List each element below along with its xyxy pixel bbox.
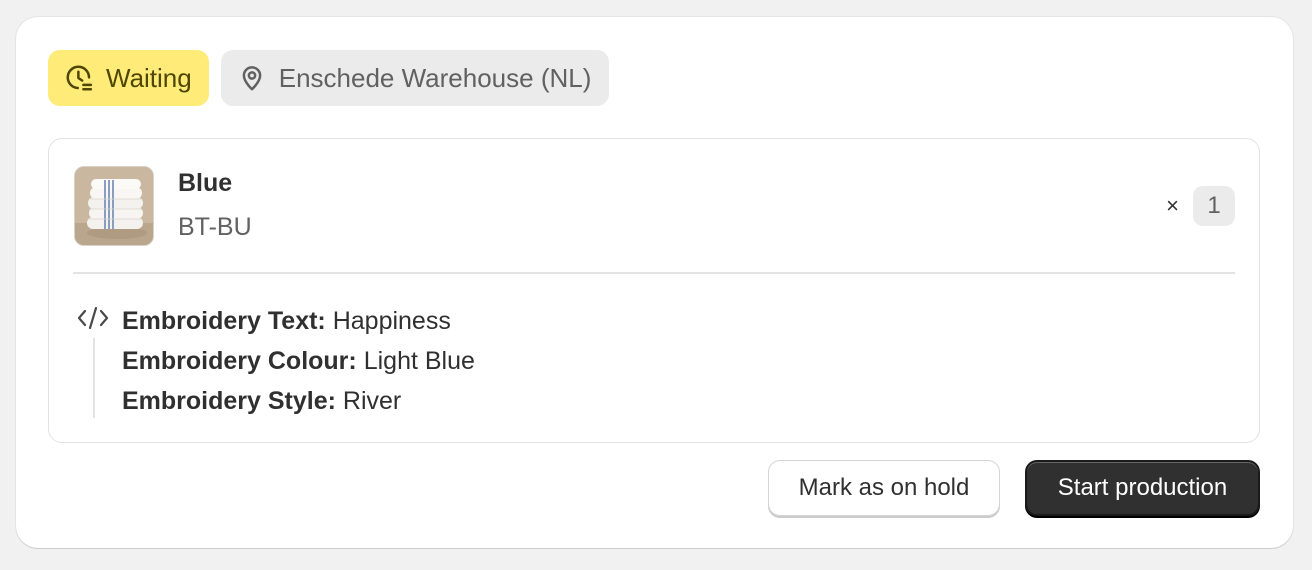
product-thumbnail bbox=[74, 166, 154, 246]
status-badge-label: Waiting bbox=[106, 62, 192, 93]
property-key: Embroidery Colour: bbox=[122, 347, 357, 375]
code-icon bbox=[77, 305, 109, 331]
property-value: River bbox=[342, 387, 402, 415]
action-bar: Mark as on hold Start production bbox=[768, 460, 1260, 516]
start-production-button[interactable]: Start production bbox=[1025, 460, 1260, 516]
quantity: × 1 bbox=[1166, 186, 1235, 226]
badge-row: Waiting Enschede Warehouse (NL) bbox=[48, 50, 610, 106]
divider bbox=[73, 272, 1235, 274]
location-pin-icon bbox=[237, 63, 267, 93]
clock-icon bbox=[64, 63, 94, 93]
line-item-properties: Embroidery Text: Happiness Embroidery Co… bbox=[122, 301, 475, 421]
location-badge-label: Enschede Warehouse (NL) bbox=[278, 62, 592, 93]
variant-sku: BT-BU bbox=[178, 213, 252, 241]
property-value: Light Blue bbox=[363, 347, 475, 375]
property-value: Happiness bbox=[332, 307, 451, 335]
variant-title: Blue bbox=[178, 169, 233, 197]
quantity-badge: 1 bbox=[1193, 186, 1235, 226]
property-row: Embroidery Text: Happiness bbox=[122, 301, 475, 341]
multiply-sign: × bbox=[1166, 193, 1179, 218]
property-row: Embroidery Style: River bbox=[122, 381, 475, 421]
properties-rule bbox=[93, 338, 95, 418]
mark-on-hold-button[interactable]: Mark as on hold bbox=[768, 460, 1000, 516]
status-badge: Waiting bbox=[48, 50, 209, 106]
line-item: Blue BT-BU × 1 Embroidery Text: Happines… bbox=[48, 138, 1260, 443]
property-key: Embroidery Style: bbox=[122, 387, 336, 415]
property-row: Embroidery Colour: Light Blue bbox=[122, 341, 475, 381]
property-key: Embroidery Text: bbox=[122, 307, 326, 335]
location-badge: Enschede Warehouse (NL) bbox=[220, 50, 610, 106]
fulfillment-card: Waiting Enschede Warehouse (NL) Blue BT-… bbox=[16, 17, 1293, 548]
